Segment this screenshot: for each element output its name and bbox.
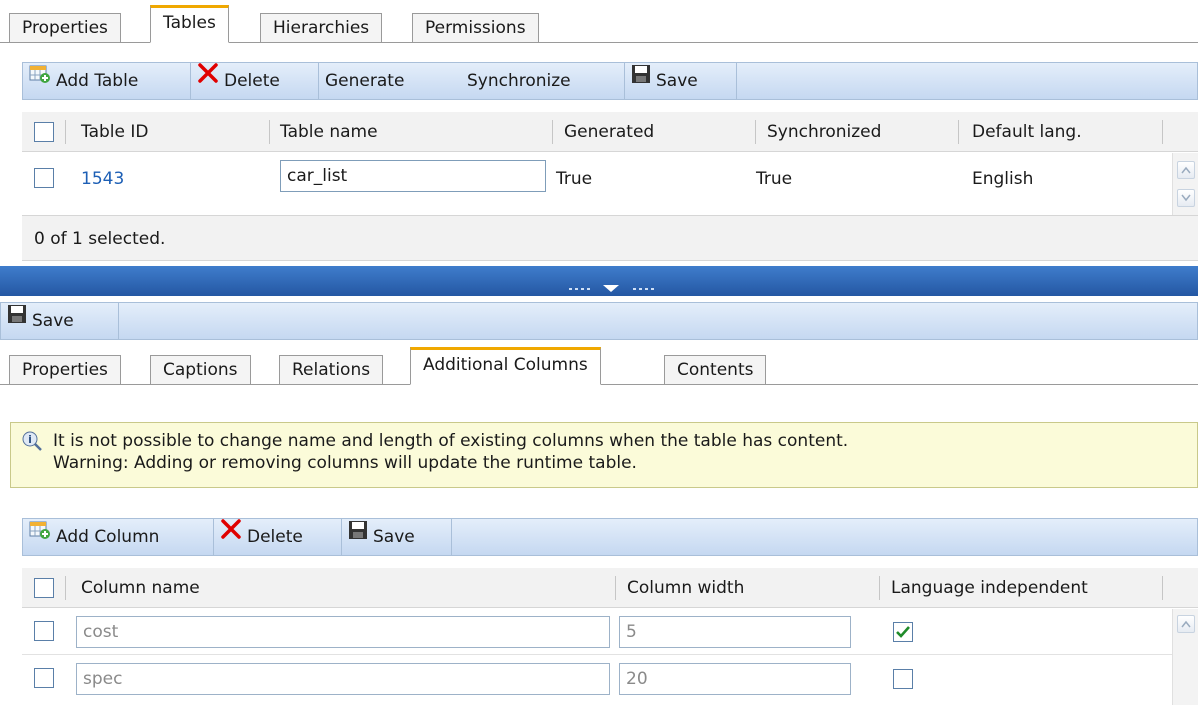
- info-icon: i: [21, 430, 43, 457]
- columns-scrollbar[interactable]: [1172, 609, 1198, 705]
- row-checkbox[interactable]: [34, 621, 54, 641]
- save-label: Save: [32, 311, 74, 331]
- delete-table-button[interactable]: Delete: [191, 63, 319, 99]
- columns-grid-header: Column name Column width Language indepe…: [22, 568, 1198, 608]
- tables-toolbar: Add Table Delete Generate Synchronize Sa…: [22, 62, 1198, 100]
- header-column-width[interactable]: Column width: [627, 568, 744, 608]
- add-table-label: Add Table: [56, 71, 139, 91]
- save-detail-button[interactable]: Save: [1, 303, 119, 339]
- collapse-arrow-icon[interactable]: [563, 278, 659, 292]
- panel-splitter[interactable]: [0, 266, 1198, 296]
- delete-column-button[interactable]: Delete: [214, 519, 342, 555]
- generate-button[interactable]: Generate: [319, 63, 435, 99]
- add-column-icon: [29, 517, 51, 553]
- language-independent-checkbox[interactable]: [893, 669, 913, 689]
- save-icon: [631, 61, 651, 97]
- tab-additional-columns[interactable]: Additional Columns: [410, 347, 601, 385]
- svg-text:i: i: [28, 433, 32, 446]
- table-row: cost 5: [22, 609, 1172, 655]
- column-width-field[interactable]: 5: [619, 616, 851, 648]
- info-message: i It is not possible to change name and …: [10, 422, 1198, 488]
- table-row: spec 20: [22, 656, 1172, 705]
- tab-captions[interactable]: Captions: [150, 355, 251, 385]
- tab-permissions[interactable]: Permissions: [412, 13, 539, 43]
- header-language-independent[interactable]: Language independent: [891, 568, 1088, 608]
- row-checkbox[interactable]: [34, 668, 54, 688]
- synchronize-button[interactable]: Synchronize: [461, 63, 625, 99]
- synchronized-value: True: [756, 169, 793, 189]
- info-line-1: It is not possible to change name and le…: [53, 431, 849, 451]
- tab-hierarchies[interactable]: Hierarchies: [260, 13, 383, 43]
- table-id-link[interactable]: 1543: [81, 153, 124, 205]
- delete-icon: [220, 517, 242, 553]
- table-name-field[interactable]: car_list: [280, 160, 546, 192]
- info-line-2: Warning: Adding or removing columns will…: [53, 453, 637, 473]
- add-table-icon: [29, 61, 51, 97]
- select-all-columns-checkbox[interactable]: [34, 578, 54, 598]
- tab-contents[interactable]: Contents: [664, 355, 767, 385]
- generated-value: True: [556, 169, 593, 189]
- detail-tab-bar: Properties Captions Relations Additional…: [0, 345, 1198, 385]
- add-column-button[interactable]: Add Column: [23, 519, 214, 555]
- row-checkbox[interactable]: [34, 168, 54, 188]
- select-all-checkbox[interactable]: [34, 122, 54, 142]
- selection-status: 0 of 1 selected.: [34, 229, 166, 249]
- language-independent-checkbox[interactable]: [893, 622, 913, 642]
- scroll-down-button[interactable]: [1177, 189, 1195, 207]
- save-icon: [7, 301, 27, 337]
- tab-relations[interactable]: Relations: [279, 355, 384, 385]
- delete-label: Delete: [224, 71, 280, 91]
- save-label: Save: [373, 527, 415, 547]
- delete-icon: [197, 61, 219, 97]
- save-label: Save: [656, 71, 698, 91]
- default-lang-value: English: [972, 169, 1034, 189]
- tables-scrollbar[interactable]: [1172, 153, 1198, 215]
- selection-status-bar: 0 of 1 selected.: [22, 215, 1198, 261]
- checkmark-icon: [896, 626, 910, 638]
- top-tab-bar: Properties Tables Hierarchies Permission…: [0, 3, 1198, 43]
- columns-toolbar: Add Column Delete Save: [22, 518, 1198, 556]
- add-table-button[interactable]: Add Table: [23, 63, 191, 99]
- tab-tables[interactable]: Tables: [150, 5, 229, 43]
- header-generated[interactable]: Generated: [564, 112, 654, 152]
- header-column-name[interactable]: Column name: [81, 568, 200, 608]
- header-synchronized[interactable]: Synchronized: [767, 112, 881, 152]
- header-default-lang[interactable]: Default lang.: [972, 112, 1082, 152]
- tab-properties[interactable]: Properties: [9, 13, 121, 43]
- save-columns-button[interactable]: Save: [342, 519, 452, 555]
- column-name-field[interactable]: spec: [76, 663, 610, 695]
- header-table-name[interactable]: Table name: [280, 112, 378, 152]
- table-detail-toolbar: Save: [0, 302, 1198, 340]
- save-tables-button[interactable]: Save: [625, 63, 737, 99]
- table-row: 1543 car_list True True English: [22, 153, 1172, 203]
- add-column-label: Add Column: [56, 527, 160, 547]
- scroll-up-button[interactable]: [1177, 161, 1195, 179]
- column-name-field[interactable]: cost: [76, 616, 610, 648]
- tab-detail-properties[interactable]: Properties: [9, 355, 121, 385]
- header-table-id[interactable]: Table ID: [81, 112, 148, 152]
- delete-label: Delete: [247, 527, 303, 547]
- column-width-field[interactable]: 20: [619, 663, 851, 695]
- save-icon: [348, 517, 368, 553]
- scroll-up-button[interactable]: [1177, 615, 1195, 633]
- tables-grid-header: Table ID Table name Generated Synchroniz…: [22, 112, 1198, 152]
